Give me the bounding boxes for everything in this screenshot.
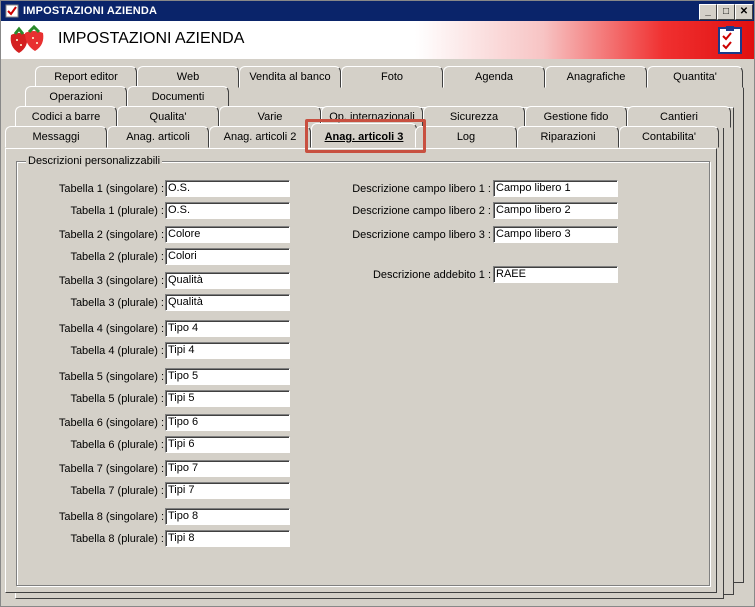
table-3-singular-label: Tabella 3 (singolare) : <box>58 275 164 287</box>
charge-1-label: Descrizione addebito 1 : <box>372 269 491 281</box>
tab-anagrafiche[interactable]: Anagrafiche <box>545 66 647 88</box>
free-field-2-input[interactable]: Campo libero 2 <box>493 202 618 219</box>
tab-contabilita[interactable]: Contabilita' <box>619 126 719 148</box>
table-8-singular-input[interactable]: Tipo 8 <box>165 508 290 525</box>
tab-page-anag-articoli-3: Descrizioni personalizzabili Tabella 1 (… <box>5 148 717 593</box>
tab-row-2: Operazioni Documenti <box>25 86 735 108</box>
tab-anag-articoli[interactable]: Anag. articoli <box>107 126 209 148</box>
table-7-plural-label: Tabella 7 (plurale) : <box>70 485 164 497</box>
table-6-plural-label: Tabella 6 (plurale) : <box>70 439 164 451</box>
table-1-plural-label: Tabella 1 (plurale) : <box>70 205 164 217</box>
table-2-singular-label: Tabella 2 (singolare) : <box>58 229 164 241</box>
table-2-plural-label: Tabella 2 (plurale) : <box>70 251 164 263</box>
tab-operazioni[interactable]: Operazioni <box>25 86 127 108</box>
tab-messaggi[interactable]: Messaggi <box>5 126 107 148</box>
free-field-1-label: Descrizione campo libero 1 : <box>352 183 491 195</box>
tab-report-editor[interactable]: Report editor <box>35 66 137 88</box>
table-4-plural-input[interactable]: Tipi 4 <box>165 342 290 359</box>
table-3-plural-input[interactable]: Qualità <box>165 294 290 311</box>
table-7-singular-input[interactable]: Tipo 7 <box>165 460 290 477</box>
checklist-icon[interactable] <box>718 26 742 54</box>
tab-codici-a-barre[interactable]: Codici a barre <box>15 106 117 128</box>
group-title: Descrizioni personalizzabili <box>26 155 163 167</box>
table-3-plural-label: Tabella 3 (plurale) : <box>70 297 164 309</box>
tab-qualita[interactable]: Qualita' <box>117 106 219 128</box>
free-field-2-label: Descrizione campo libero 2 : <box>352 205 491 217</box>
table-7-plural-input[interactable]: Tipi 7 <box>165 482 290 499</box>
table-1-singular-input[interactable]: O.S. <box>165 180 290 197</box>
free-field-1-input[interactable]: Campo libero 1 <box>493 180 618 197</box>
tab-log[interactable]: Log <box>415 126 517 148</box>
tab-documenti[interactable]: Documenti <box>127 86 229 108</box>
table-3-singular-input[interactable]: Qualità <box>165 272 290 289</box>
table-4-singular-label: Tabella 4 (singolare) : <box>58 323 164 335</box>
table-7-singular-label: Tabella 7 (singolare) : <box>58 463 164 475</box>
active-tab-highlight <box>305 119 426 153</box>
tab-gestione-fido[interactable]: Gestione fido <box>525 106 627 128</box>
tab-vendita-al-banco[interactable]: Vendita al banco <box>239 66 341 88</box>
charge-1-input[interactable]: RAEE <box>493 266 618 283</box>
table-4-singular-input[interactable]: Tipo 4 <box>165 320 290 337</box>
tab-sicurezza[interactable]: Sicurezza <box>423 106 525 128</box>
table-8-singular-label: Tabella 8 (singolare) : <box>58 511 164 523</box>
table-5-plural-input[interactable]: Tipi 5 <box>165 390 290 407</box>
header-title: IMPOSTAZIONI AZIENDA <box>58 30 245 47</box>
main-window: IMPOSTAZIONI AZIENDA _ □ ✕ IMPOSTAZIONI … <box>0 0 755 607</box>
window-title: IMPOSTAZIONI AZIENDA <box>23 5 158 17</box>
table-1-singular-label: Tabella 1 (singolare) : <box>58 183 164 195</box>
tab-row-1: Report editor Web Vendita al banco Foto … <box>35 66 745 88</box>
table-6-singular-label: Tabella 6 (singolare) : <box>58 417 164 429</box>
header-banner: IMPOSTAZIONI AZIENDA <box>1 21 754 59</box>
tab-foto[interactable]: Foto <box>341 66 443 88</box>
tab-cantieri[interactable]: Cantieri <box>627 106 731 128</box>
table-6-singular-input[interactable]: Tipo 6 <box>165 414 290 431</box>
free-field-3-label: Descrizione campo libero 3 : <box>352 229 491 241</box>
maximize-button[interactable]: □ <box>717 4 735 20</box>
table-4-plural-label: Tabella 4 (plurale) : <box>70 345 164 357</box>
table-8-plural-input[interactable]: Tipi 8 <box>165 530 290 547</box>
tab-riparazioni[interactable]: Riparazioni <box>517 126 619 148</box>
close-button[interactable]: ✕ <box>735 4 753 20</box>
free-field-3-input[interactable]: Campo libero 3 <box>493 226 618 243</box>
title-bar[interactable]: IMPOSTAZIONI AZIENDA _ □ ✕ <box>1 1 754 21</box>
tab-web[interactable]: Web <box>137 66 239 88</box>
table-1-plural-input[interactable]: O.S. <box>165 202 290 219</box>
app-icon <box>5 4 19 18</box>
table-8-plural-label: Tabella 8 (plurale) : <box>70 533 164 545</box>
table-5-plural-label: Tabella 5 (plurale) : <box>70 393 164 405</box>
strawberry-logo-icon <box>10 25 44 53</box>
table-2-plural-input[interactable]: Colori <box>165 248 290 265</box>
table-5-singular-input[interactable]: Tipo 5 <box>165 368 290 385</box>
tab-anag-articoli-2[interactable]: Anag. articoli 2 <box>209 126 311 148</box>
minimize-button[interactable]: _ <box>699 4 717 20</box>
table-2-singular-input[interactable]: Colore <box>165 226 290 243</box>
tab-agenda[interactable]: Agenda <box>443 66 545 88</box>
table-5-singular-label: Tabella 5 (singolare) : <box>58 371 164 383</box>
tab-quantita[interactable]: Quantita' <box>647 66 743 88</box>
table-6-plural-input[interactable]: Tipi 6 <box>165 436 290 453</box>
